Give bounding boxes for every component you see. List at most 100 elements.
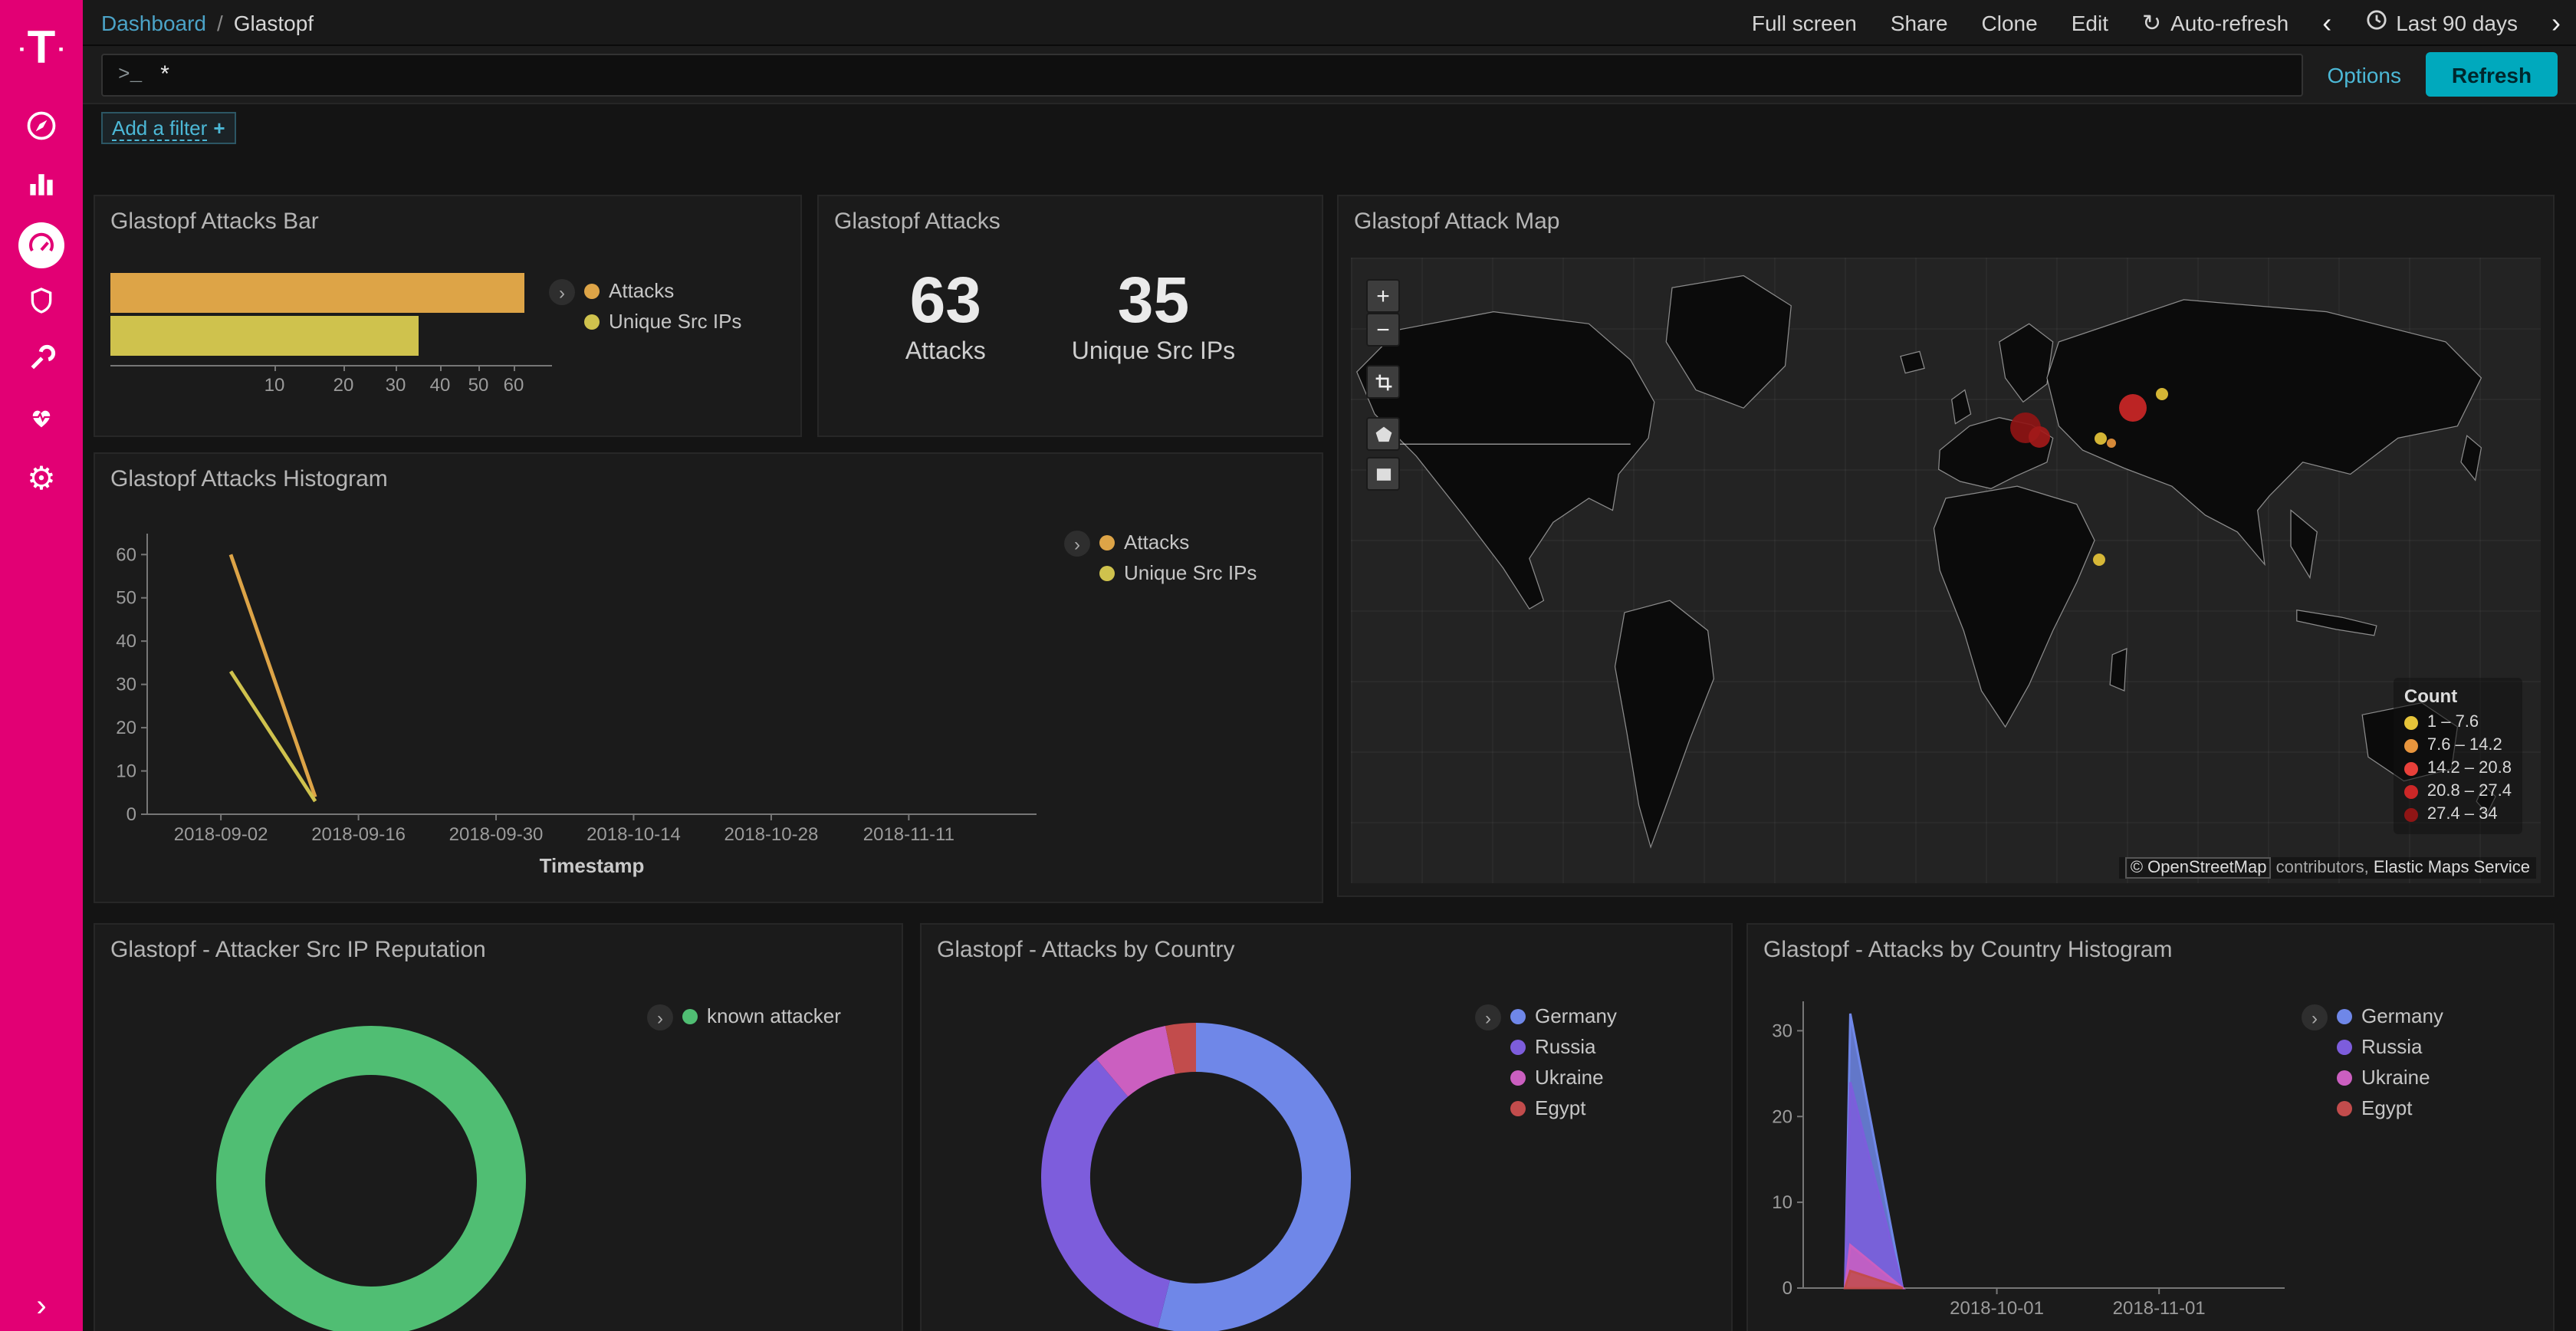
sidebar: ▪T▪ [0,0,83,1331]
time-back-button[interactable]: ‹ [2322,8,2331,36]
polygon-icon[interactable] [1366,417,1400,451]
sidebar-nav: ⚙ [14,98,69,497]
legend-item[interactable]: Unique Src IPs [584,310,741,333]
by-country-histogram-chart: 01020302018-10-012018-11-01Timestamp [1757,986,2328,1331]
sidebar-item-management[interactable]: ⚙ [14,460,69,497]
breadcrumb: Dashboard / Glastopf [101,10,314,35]
metric-unique-src-ips: 35 Unique Src IPs [1072,265,1235,366]
auto-refresh-button[interactable]: ↻ Auto-refresh [2142,8,2288,36]
main-area: Dashboard / Glastopf Full screen Share C… [83,0,2576,1331]
time-range-label: Last 90 days [2396,10,2518,35]
map-legend-row: 14.2 – 20.8 [2404,758,2512,781]
share-button[interactable]: Share [1891,10,1948,35]
zoom-out-button[interactable]: − [1366,313,1400,347]
dashboard-grid: Glastopf Attacks Bar 102030405060 ›Attac… [83,150,2576,1331]
sidebar-item-discover[interactable] [14,110,69,147]
add-filter-label: Add a filter [112,116,207,140]
panel-attacks-histogram: Glastopf Attacks Histogram 0102030405060… [94,452,1323,903]
map-legend-row: 27.4 – 34 [2404,804,2512,827]
panel-ip-reputation: Glastopf - Attacker Src IP Reputation ›k… [94,923,903,1331]
donut-svg [1035,1017,1357,1331]
breadcrumb-separator: / [217,10,223,35]
topbar: Dashboard / Glastopf Full screen Share C… [83,0,2576,46]
svg-text:10: 10 [1772,1192,1792,1213]
attack-marker[interactable] [2156,388,2168,400]
attack-marker[interactable] [2119,393,2147,421]
time-forward-button[interactable]: › [2551,8,2561,36]
add-filter-button[interactable]: Add a filter+ [101,111,236,143]
legend-item[interactable]: Ukraine [1510,1066,1617,1089]
sidebar-item-dashboard[interactable] [14,227,69,264]
legend-toggle[interactable]: › [2302,1004,2328,1030]
metric-label: Attacks [905,339,986,366]
attack-marker[interactable] [2107,439,2116,448]
query-prompt-icon: >_ [118,63,142,86]
legend-item[interactable]: Egypt [1510,1096,1617,1119]
legend-item[interactable]: Unique Src IPs [1099,561,1257,584]
panel-title: Glastopf Attacks Histogram [95,454,1322,498]
clone-button[interactable]: Clone [1982,10,2038,35]
logo-dot: ▪ [19,42,24,56]
legend-toggle[interactable]: › [1475,1004,1501,1030]
world-map [1351,258,2541,883]
by-country-histogram-legend: › Germany Russia Ukraine Egypt [2302,1004,2443,1119]
tmobile-logo[interactable]: ▪T▪ [19,0,63,98]
compass-icon [25,108,58,150]
legend-item[interactable]: known attacker [682,1004,841,1027]
legend-item[interactable]: Russia [2337,1035,2443,1058]
legend-toggle[interactable]: › [647,1004,673,1030]
metric-label: Unique Src IPs [1072,339,1235,366]
legend-item[interactable]: Russia [1510,1035,1617,1058]
attribution-text: contributors, [2276,859,2369,877]
metric-value: 63 [905,265,986,336]
by-country-legend: › Germany Russia Ukraine Egypt [1475,1004,1617,1119]
fullscreen-button[interactable]: Full screen [1752,10,1857,35]
legend-toggle[interactable]: › [549,279,575,305]
sidebar-item-visualize[interactable] [14,169,69,205]
attack-marker[interactable] [2028,426,2049,447]
kibana-dashboard: ▪T▪ [0,0,2576,1331]
chart-svg: 01020304050602018-09-022018-09-162018-09… [101,515,1083,914]
legend-item[interactable]: Ukraine [2337,1066,2443,1089]
zoom-in-button[interactable]: + [1366,279,1400,313]
svg-text:40: 40 [116,631,136,652]
auto-refresh-label: Auto-refresh [2170,10,2288,35]
svg-text:60: 60 [116,544,136,565]
attacks-histogram-chart: 01020304050602018-09-022018-09-162018-09… [101,515,1083,914]
metric-attacks: 63 Attacks [905,265,986,366]
edit-button[interactable]: Edit [2072,10,2108,35]
map-legend-row: 1 – 7.6 [2404,712,2512,735]
ip-reputation-donut [210,1020,532,1331]
crop-icon[interactable] [1366,365,1400,399]
legend-item[interactable]: Germany [1510,1004,1617,1027]
sidebar-collapse-button[interactable]: › [0,1290,83,1325]
attack-marker[interactable] [2095,432,2107,445]
legend-item[interactable]: Attacks [584,279,741,302]
panel-attack-map: Glastopf Attack Map [1337,195,2555,897]
legend-item[interactable]: Attacks [1099,531,1257,554]
elastic-maps-service-link[interactable]: Elastic Maps Service [2374,859,2530,877]
svg-text:2018-09-02: 2018-09-02 [174,824,268,845]
map-canvas[interactable]: + − [1351,258,2541,883]
svg-text:Timestamp: Timestamp [1992,1328,2097,1331]
svg-text:20: 20 [116,718,136,738]
bar-segment[interactable] [110,273,524,313]
svg-text:2018-10-01: 2018-10-01 [1950,1298,2044,1319]
sidebar-item-security[interactable] [14,285,69,322]
map-legend-row: 20.8 – 27.4 [2404,781,2512,804]
rectangle-icon[interactable] [1366,457,1400,491]
sidebar-item-devtools[interactable] [14,343,69,380]
legend-item[interactable]: Egypt [2337,1096,2443,1119]
openstreetmap-link[interactable]: © OpenStreetMap [2126,857,2272,879]
refresh-button[interactable]: Refresh [2426,52,2558,97]
search-input[interactable]: >_ * [101,53,2303,96]
bar-segment[interactable] [110,316,419,356]
breadcrumb-dashboard-link[interactable]: Dashboard [101,10,206,35]
options-link[interactable]: Options [2328,62,2402,87]
legend-item[interactable]: Germany [2337,1004,2443,1027]
attack-marker[interactable] [2093,554,2105,566]
sidebar-item-monitoring[interactable] [14,402,69,439]
time-range-picker[interactable]: Last 90 days [2365,9,2518,35]
breadcrumb-current: Glastopf [234,10,314,35]
legend-toggle[interactable]: › [1064,531,1090,557]
